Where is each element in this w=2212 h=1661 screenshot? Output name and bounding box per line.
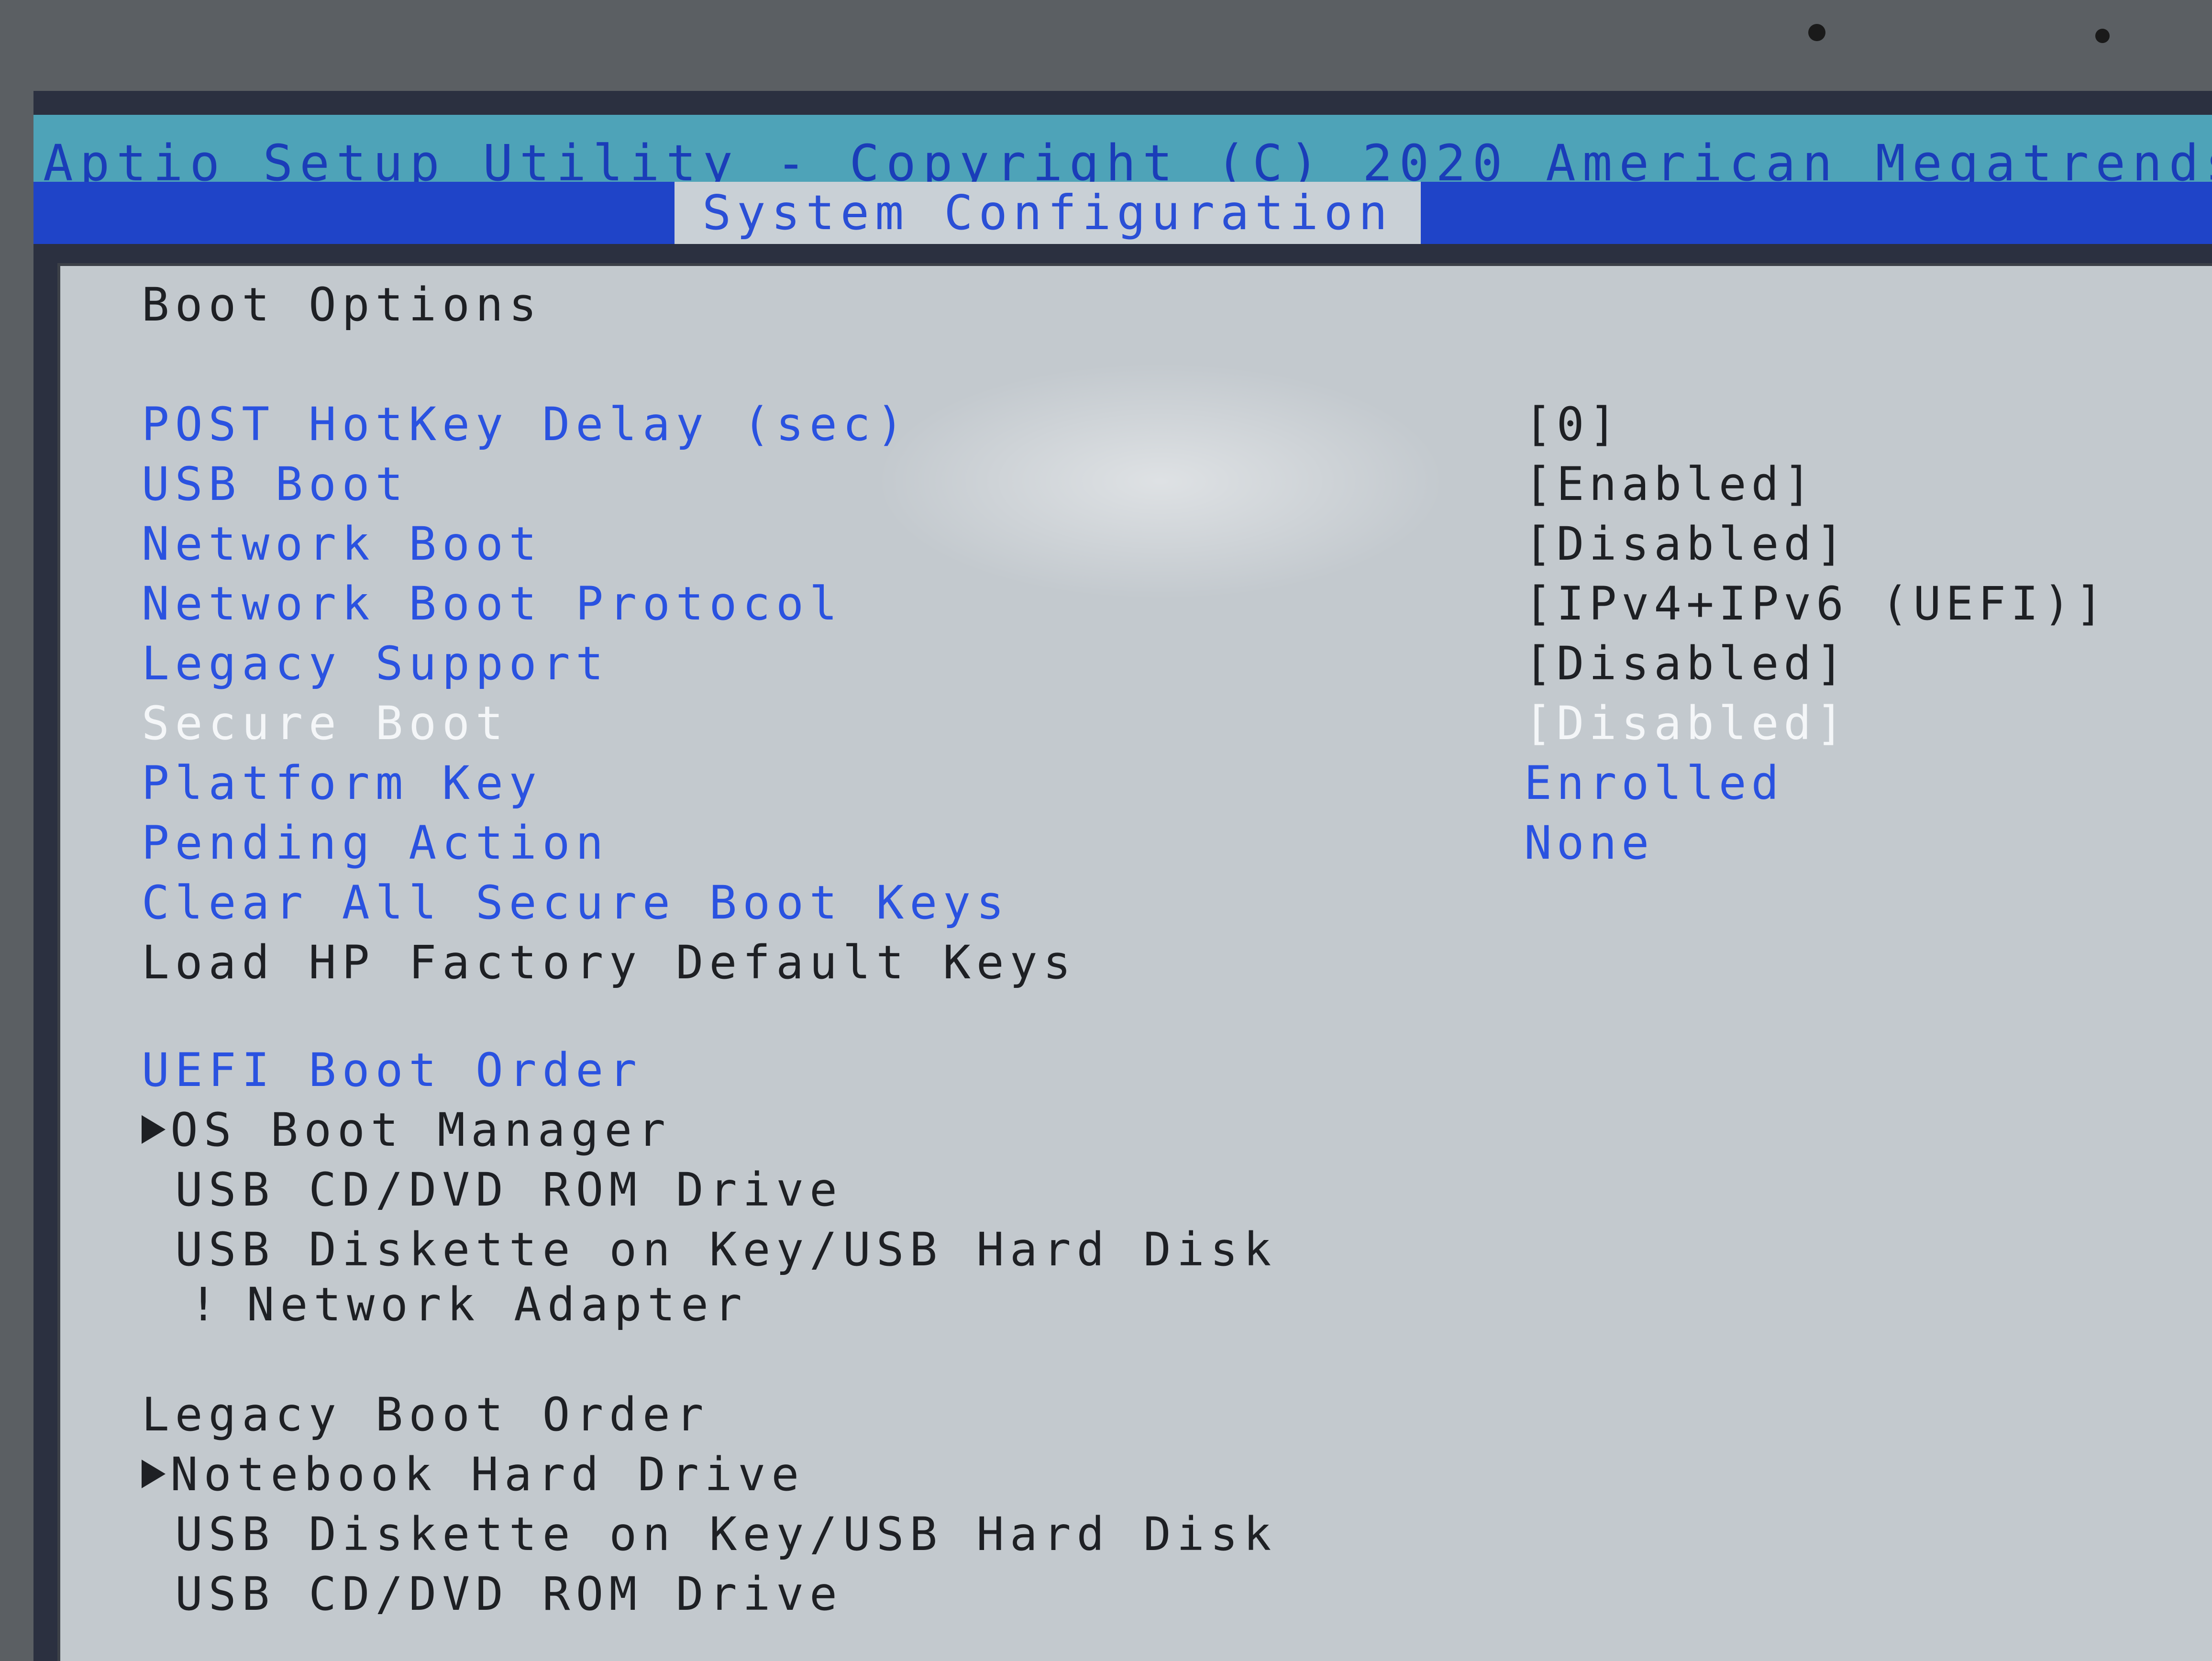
uefi-boot-item[interactable]: ! Network Adapter: [189, 1275, 748, 1334]
disabled-marker: !: [189, 1278, 223, 1331]
option-secure-boot[interactable]: Secure Boot [Disabled]: [60, 694, 2212, 753]
uefi-boot-item[interactable]: OS Boot Manager: [142, 1101, 671, 1159]
option-value: None: [1524, 816, 1654, 870]
uefi-boot-item-label: USB Diskette on Key/USB Hard Disk: [175, 1223, 1277, 1276]
tab-strip: System Configuration: [33, 182, 2212, 244]
legacy-boot-item[interactable]: Notebook Hard Drive: [142, 1445, 805, 1504]
option-platform-key[interactable]: Platform Key Enrolled: [60, 754, 2212, 812]
option-label: Platform Key: [142, 756, 542, 810]
legacy-boot-item-label: Notebook Hard Drive: [170, 1448, 805, 1501]
option-label: USB Boot: [142, 457, 409, 511]
uefi-boot-item-label: OS Boot Manager: [170, 1103, 671, 1157]
uefi-boot-item[interactable]: USB CD/DVD ROM Drive: [175, 1161, 843, 1219]
option-label: Load HP Factory Default Keys: [142, 936, 1077, 989]
submenu-arrow-icon: [142, 1115, 166, 1144]
option-pending-action[interactable]: Pending Action None: [60, 814, 2212, 872]
option-value[interactable]: [Disabled]: [1524, 694, 1848, 753]
legacy-boot-item[interactable]: USB Diskette on Key/USB Hard Disk: [175, 1505, 1277, 1563]
tab-system-configuration[interactable]: System Configuration: [675, 182, 1421, 244]
uefi-boot-order-title[interactable]: UEFI Boot Order: [142, 1041, 642, 1099]
option-post-hotkey-delay[interactable]: POST HotKey Delay (sec) [0]: [60, 395, 2212, 454]
option-network-boot-protocol[interactable]: Network Boot Protocol [IPv4+IPv6 (UEFI)]: [60, 575, 2212, 633]
option-value[interactable]: [IPv4+IPv6 (UEFI)]: [1524, 575, 2108, 633]
bios-screen: Aptio Setup Utility - Copyright (C) 2020…: [33, 91, 2212, 1661]
camera-dot-icon: [1808, 24, 1825, 41]
uefi-boot-item[interactable]: USB Diskette on Key/USB Hard Disk: [175, 1220, 1277, 1279]
option-value[interactable]: [Enabled]: [1524, 455, 1816, 513]
option-load-factory-keys: Load HP Factory Default Keys: [60, 933, 2212, 992]
option-network-boot[interactable]: Network Boot [Disabled]: [60, 515, 2212, 573]
option-label: Network Boot: [142, 517, 542, 571]
option-label: Secure Boot: [142, 697, 509, 750]
uefi-boot-item-label: Network Adapter: [246, 1278, 748, 1331]
option-label: Pending Action: [142, 816, 609, 870]
legacy-boot-item[interactable]: USB CD/DVD ROM Drive: [175, 1565, 843, 1623]
option-legacy-support[interactable]: Legacy Support [Disabled]: [60, 634, 2212, 693]
option-label: Network Boot Protocol: [142, 577, 843, 631]
boot-options-panel: Boot Options POST HotKey Delay (sec) [0]…: [57, 263, 2212, 1661]
submenu-arrow-icon: [142, 1459, 166, 1488]
option-usb-boot[interactable]: USB Boot [Enabled]: [60, 455, 2212, 513]
section-title: Boot Options: [142, 278, 542, 332]
option-value[interactable]: [0]: [1524, 395, 1621, 454]
option-value: Enrolled: [1524, 756, 1784, 810]
legacy-boot-item-label: USB Diskette on Key/USB Hard Disk: [175, 1507, 1277, 1561]
option-clear-secure-boot-keys[interactable]: Clear All Secure Boot Keys: [60, 874, 2212, 932]
option-label: Legacy Support: [142, 637, 609, 690]
option-label: POST HotKey Delay (sec): [142, 398, 910, 451]
option-value[interactable]: [Disabled]: [1524, 634, 1848, 693]
sensor-dot-icon: [2095, 29, 2110, 43]
option-label: Clear All Secure Boot Keys: [142, 876, 1010, 930]
option-value[interactable]: [Disabled]: [1524, 515, 1848, 573]
uefi-boot-item-label: USB CD/DVD ROM Drive: [175, 1163, 843, 1217]
legacy-boot-order-title: Legacy Boot Order: [142, 1388, 709, 1441]
legacy-boot-item-label: USB CD/DVD ROM Drive: [175, 1567, 843, 1621]
